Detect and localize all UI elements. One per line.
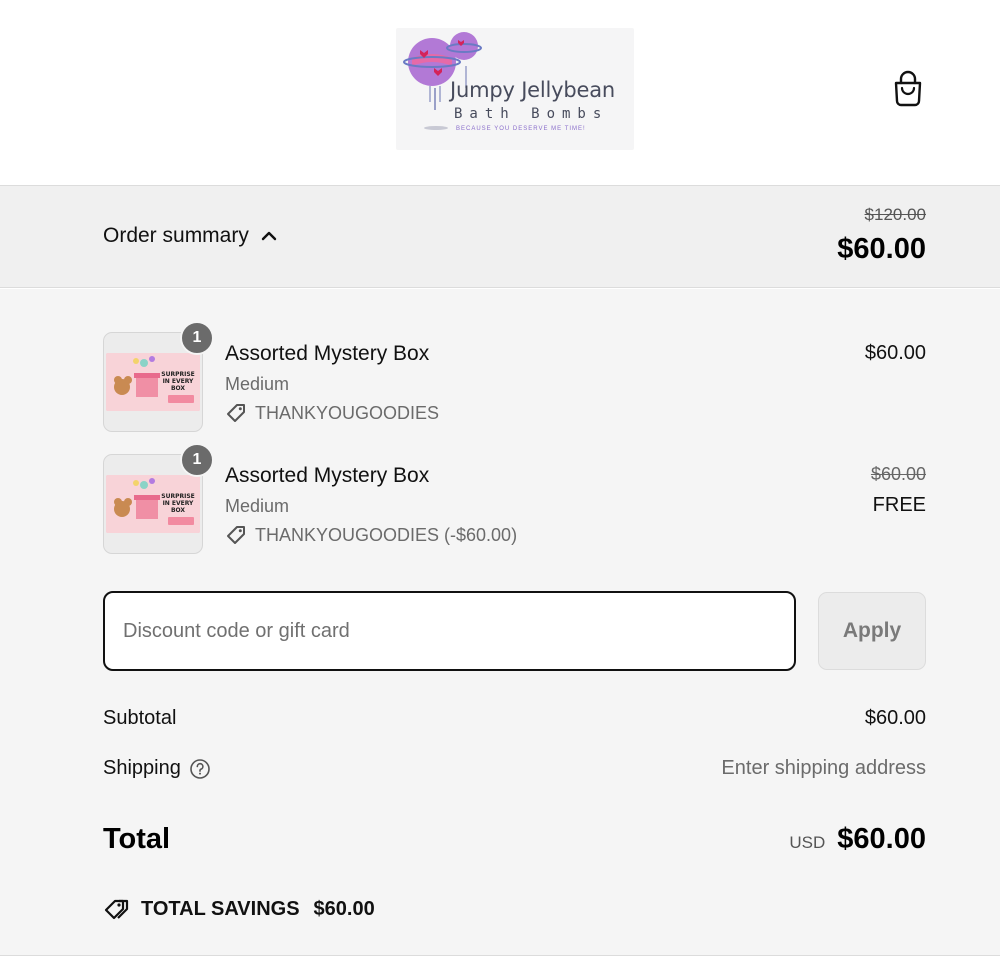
- summary-total: $60.00: [837, 233, 926, 265]
- product-image-text: SURPRISE IN EVERY BOX: [161, 493, 195, 514]
- cart-button[interactable]: [890, 70, 926, 110]
- logo-title: Jumpy Jellybean: [450, 78, 616, 102]
- total-value-group: USD $60.00: [789, 823, 926, 856]
- discount-code-label: THANKYOUGOODIES (-$60.00): [255, 524, 518, 545]
- line-item: SURPRISE IN EVERY BOX 1 Assorted Mystery…: [103, 443, 926, 554]
- total-savings-label: TOTAL SAVINGS: [141, 897, 300, 920]
- product-price: $60.00: [864, 342, 926, 364]
- product-thumbnail: SURPRISE IN EVERY BOX 1: [103, 443, 214, 554]
- logo-subtitle: Bath Bombs: [454, 106, 609, 122]
- apply-discount-button[interactable]: Apply: [818, 592, 926, 670]
- product-discount: THANKYOUGOODIES: [225, 402, 439, 424]
- line-item: SURPRISE IN EVERY BOX 1 Assorted Mystery…: [103, 321, 926, 432]
- help-icon[interactable]: [189, 758, 211, 780]
- subtotal-label: Subtotal: [103, 707, 177, 729]
- order-summary-label: Order summary: [103, 224, 249, 247]
- product-variant: Medium: [225, 496, 290, 516]
- subtotal-value: $60.00: [864, 707, 926, 729]
- total-label: Total: [103, 823, 171, 855]
- total-savings-amount: $60.00: [313, 897, 375, 920]
- total-savings: TOTAL SAVINGS $60.00: [103, 897, 375, 921]
- discount-code-input[interactable]: [103, 591, 796, 671]
- savings-tag-icon: [104, 899, 129, 920]
- shopping-bag-icon: [894, 70, 922, 107]
- tag-icon: [227, 526, 245, 544]
- product-price: FREE: [872, 494, 926, 516]
- product-title: Assorted Mystery Box: [225, 342, 430, 365]
- page-footer-strip: [0, 956, 1000, 967]
- product-variant: Medium: [225, 374, 290, 394]
- product-image: SURPRISE IN EVERY BOX: [106, 353, 200, 411]
- product-title: Assorted Mystery Box: [225, 464, 430, 487]
- tag-icon: [227, 404, 245, 422]
- summary-compare-total: $120.00: [864, 205, 926, 224]
- product-discount: THANKYOUGOODIES (-$60.00): [225, 524, 517, 546]
- total-amount: $60.00: [837, 823, 926, 855]
- product-thumbnail: SURPRISE IN EVERY BOX 1: [103, 321, 214, 432]
- checkout-header: Jumpy Jellybean Bath Bombs Because you d…: [0, 0, 1000, 186]
- currency-code: USD: [789, 833, 826, 852]
- quantity-badge: 1: [180, 321, 214, 355]
- shipping-row-label: Shipping: [103, 757, 211, 780]
- shipping-value: Enter shipping address: [721, 757, 926, 779]
- discount-code-label: THANKYOUGOODIES: [255, 402, 440, 423]
- store-logo[interactable]: Jumpy Jellybean Bath Bombs Because you d…: [396, 28, 634, 150]
- order-summary-toggle[interactable]: Order summary: [103, 224, 277, 248]
- product-compare-price: $60.00: [870, 464, 926, 484]
- product-image-text: SURPRISE IN EVERY BOX: [161, 371, 195, 392]
- quantity-badge: 1: [180, 443, 214, 477]
- shipping-label: Shipping: [103, 757, 181, 779]
- product-image: SURPRISE IN EVERY BOX: [106, 475, 200, 533]
- logo-tagline: Because you deserve me time!: [456, 126, 586, 132]
- chevron-up-icon: [261, 231, 277, 241]
